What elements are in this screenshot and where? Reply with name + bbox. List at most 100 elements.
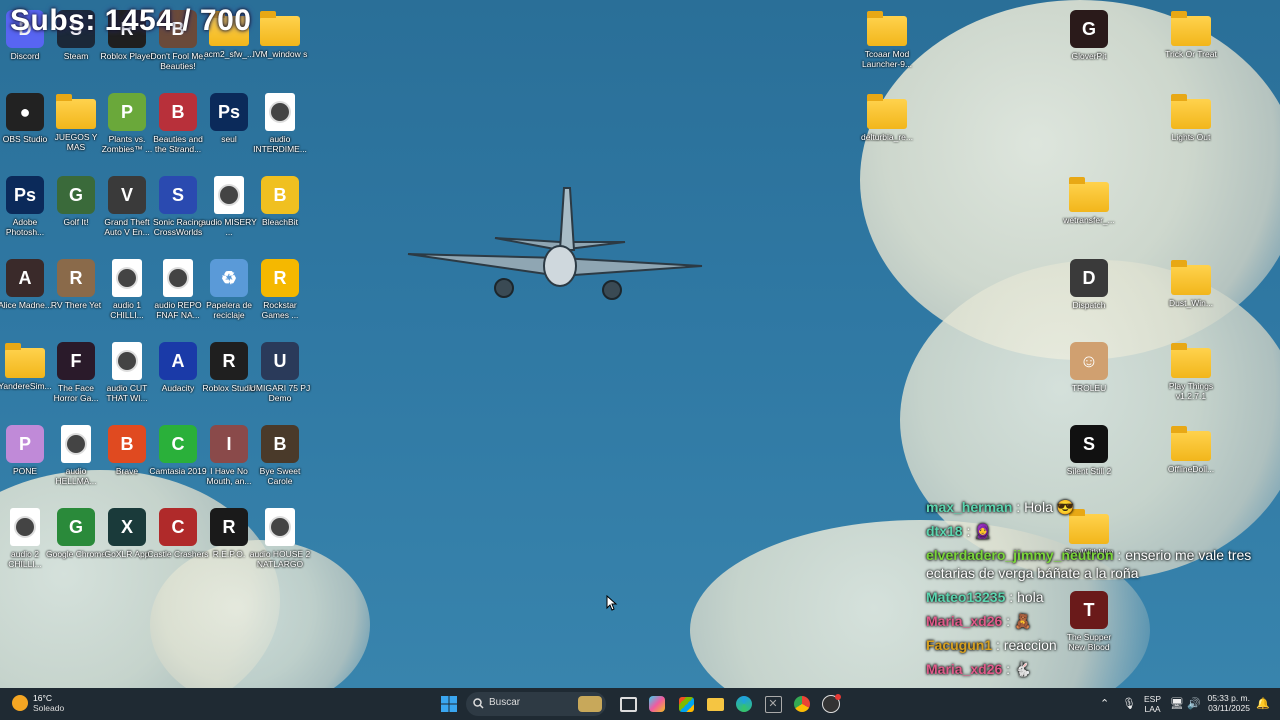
chat-separator: :: [1002, 661, 1014, 677]
chrome-icon: [794, 696, 810, 712]
app-icon: R: [57, 259, 95, 297]
store-button[interactable]: [674, 692, 698, 716]
search-highlight-icon: [578, 696, 602, 712]
start-button[interactable]: [437, 692, 461, 716]
desktop-icon-label: Tcoaar Mod Launcher-9...: [861, 49, 913, 69]
desktop-icon-label: Rockstar Games ...: [261, 300, 299, 320]
app-icon: G: [1070, 10, 1108, 48]
desktop[interactable]: D Discord S Steam R Roblox Player B Don't Fool …: [0, 0, 1280, 688]
chat-separator: :: [1005, 589, 1018, 605]
desktop-icon[interactable]: wetransfer_...: [1058, 176, 1120, 225]
app-icon: A: [159, 342, 197, 380]
desktop-icon[interactable]: ☺ TROLEU: [1058, 342, 1120, 393]
taskbar-search-box[interactable]: Buscar: [466, 692, 606, 716]
volume-icon[interactable]: 🔊: [1187, 697, 1201, 710]
chat-separator: :: [1113, 547, 1126, 563]
weather-temp: 16°C: [33, 693, 52, 703]
airplane-image: [407, 187, 703, 300]
desktop-icon-label: Play Things v1.2.7.1: [1168, 381, 1214, 401]
folder-icon: [867, 11, 907, 46]
mouse-cursor-icon: [606, 595, 618, 611]
app-icon: B: [261, 425, 299, 463]
app-icon: ☺: [1070, 342, 1108, 380]
desktop-icon-label: Trick Or Treat: [1165, 49, 1217, 59]
chat-username: max_herman: [926, 499, 1013, 515]
edge-button[interactable]: [732, 692, 756, 716]
clock-date: 03/11/2025: [1208, 703, 1250, 713]
app-icon: X: [108, 508, 146, 546]
desktop-icon[interactable]: Play Things v1.2.7.1: [1160, 342, 1222, 401]
desktop-icon[interactable]: delturbia_re...: [856, 93, 918, 142]
notification-dot-icon: [835, 694, 841, 700]
language-indicator[interactable]: ESP LAA: [1144, 694, 1161, 714]
desktop-icon[interactable]: IVM_window s: [249, 10, 311, 59]
chrome-taskbar-button[interactable]: [790, 692, 814, 716]
desktop-icon-label: IVM_window s: [252, 49, 308, 59]
desktop-icon[interactable]: Dust_Win...: [1160, 259, 1222, 308]
audio-file-icon: [163, 259, 193, 297]
desktop-icon-label: Dispatch: [1072, 300, 1106, 310]
folder-icon: [867, 94, 907, 129]
chat-message: elverdadero_jimmy_neutron : enserio me v…: [926, 546, 1266, 582]
app-icon: D: [1070, 259, 1108, 297]
desktop-icon[interactable]: audio INTERDIME...: [249, 93, 311, 154]
desktop-icon[interactable]: G GloverPit: [1058, 10, 1120, 61]
app-icon: B: [261, 176, 299, 214]
desktop-icon[interactable]: R Rockstar Games ...: [249, 259, 311, 320]
chat-username: Mateo13235: [926, 589, 1006, 605]
chat-text: Hola 😎: [1024, 499, 1075, 515]
chat-message: Maria_xd26 : 🐇: [926, 660, 1266, 678]
desktop-icon[interactable]: U UMIGARI 75 PJ Demo: [249, 342, 311, 403]
app-icon: P: [6, 425, 44, 463]
chat-username: Maria_xd26: [926, 661, 1003, 677]
copilot-icon: [649, 696, 665, 712]
desktop-icon-label: Silent Still 2: [1066, 466, 1112, 476]
app-icon: C: [159, 425, 197, 463]
obs-taskbar-button[interactable]: [819, 692, 843, 716]
goxlr-icon: ✕: [764, 695, 782, 713]
desktop-icon[interactable]: Tcoaar Mod Launcher-9...: [856, 10, 918, 69]
task-view-button[interactable]: [616, 692, 640, 716]
notification-bell-icon[interactable]: 🔔: [1256, 697, 1270, 710]
folder-icon: [1171, 426, 1211, 461]
desktop-icon[interactable]: S Silent Still 2: [1058, 425, 1120, 476]
desktop-icon[interactable]: Trick Or Treat: [1160, 10, 1222, 59]
app-icon: C: [159, 508, 197, 546]
chat-username: Maria_xd26: [926, 613, 1003, 629]
folder-icon: [706, 697, 724, 711]
copilot-button[interactable]: [645, 692, 669, 716]
desktop-icon[interactable]: B BleachBit: [249, 176, 311, 227]
chat-username: dtx18: [926, 523, 963, 539]
weather-widget[interactable]: 16°C Soleado: [12, 693, 64, 713]
weather-desc: Soleado: [33, 703, 65, 713]
desktop-icon[interactable]: B Bye Sweet Carole: [249, 425, 311, 486]
desktop-icon-label: BleachBit: [262, 217, 298, 227]
task-view-icon: [619, 696, 637, 712]
app-icon: R: [261, 259, 299, 297]
goxlr-taskbar-button[interactable]: ✕: [761, 692, 785, 716]
app-icon: I: [210, 425, 248, 463]
folder-icon: [5, 343, 45, 378]
desktop-icon-label: wetransfer_...: [1063, 215, 1115, 225]
desktop-icon[interactable]: audio HOUSE 2 NATLARGO: [249, 508, 311, 569]
desktop-icon[interactable]: Lights Out: [1160, 93, 1222, 142]
desktop-icon[interactable]: OfflineDoll...: [1160, 425, 1222, 474]
chat-text: hola: [1017, 589, 1044, 605]
lang-top: ESP: [1144, 694, 1162, 704]
audio-file-icon: [265, 93, 295, 131]
audio-file-icon: [214, 176, 244, 214]
audio-file-icon: [10, 508, 40, 546]
lang-bottom: LAA: [1144, 704, 1161, 714]
clock[interactable]: 05:33 p. m. 03/11/2025: [1206, 693, 1250, 713]
app-icon: S: [159, 176, 197, 214]
microphone-icon[interactable]: 🎙: [1122, 697, 1136, 710]
desktop-icon-label: TROLEU: [1071, 383, 1107, 393]
chat-text: reaccion: [1003, 637, 1057, 653]
tray-overflow-chevron-icon[interactable]: ⌃: [1100, 697, 1109, 710]
folder-icon: [1171, 343, 1211, 378]
file-explorer-button[interactable]: [703, 692, 727, 716]
network-icon[interactable]: 🖥: [1170, 697, 1184, 710]
desktop-icon[interactable]: D Dispatch: [1058, 259, 1120, 310]
desktop-icon-label: GloverPit: [1071, 51, 1107, 61]
chat-separator: :: [992, 637, 1004, 653]
